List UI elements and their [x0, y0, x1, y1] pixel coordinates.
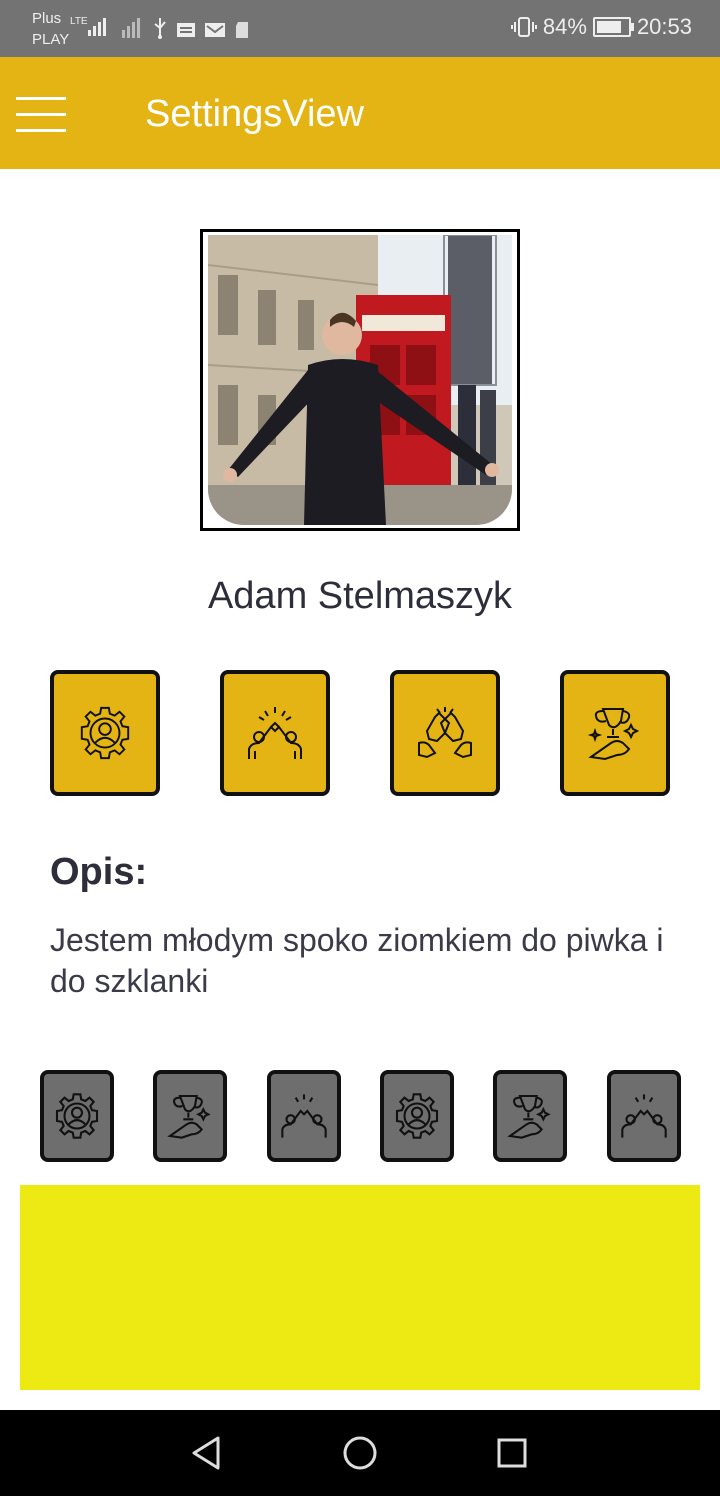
high-five-icon: [248, 707, 302, 759]
badge-gear-person[interactable]: [50, 670, 160, 796]
badge-high-five[interactable]: [220, 670, 330, 796]
hamburger-menu-icon[interactable]: [16, 97, 66, 132]
high-five-icon: [281, 1094, 327, 1138]
trophy-hand-icon: [167, 1094, 211, 1139]
back-triangle-icon: [192, 1436, 220, 1470]
carrier-label: Plus PLAY: [32, 8, 69, 50]
small-badge-2[interactable]: [153, 1070, 227, 1162]
svg-text:LTE: LTE: [70, 16, 88, 27]
page-title: SettingsView: [145, 93, 364, 135]
gear-person-icon: [80, 706, 130, 760]
photo-illustration: [208, 235, 512, 525]
status-bar: Plus PLAY LTE 84% 20:53: [0, 0, 720, 57]
high-five-icon: [621, 1094, 667, 1138]
profile-photo-image: [208, 235, 512, 525]
badge-beer-cheers[interactable]: [390, 670, 500, 796]
navigation-bar: [0, 1410, 720, 1496]
app-bar: SettingsView: [0, 57, 720, 169]
small-badge-1[interactable]: [40, 1070, 114, 1162]
carrier-line-2: PLAY: [32, 31, 70, 48]
small-badge-4[interactable]: [380, 1070, 454, 1162]
description-text: Jestem młodym spoko ziomkiem do piwka i …: [50, 922, 664, 999]
beer-cheers-icon: [418, 707, 472, 759]
yellow-panel: [20, 1185, 700, 1390]
recents-square-icon: [497, 1438, 527, 1468]
signal-icon: LTE: [70, 16, 106, 36]
sd-card-icon: [236, 22, 248, 38]
status-right: 84% 20:53: [510, 14, 692, 40]
battery-percent: 84%: [542, 14, 587, 39]
trophy-hand-icon: [587, 708, 640, 761]
clock: 20:53: [636, 14, 692, 39]
recents-button[interactable]: [487, 1430, 537, 1476]
profile-photo[interactable]: [200, 229, 520, 531]
small-badge-3[interactable]: [267, 1070, 341, 1162]
battery-icon: [592, 17, 634, 37]
small-badge-6[interactable]: [607, 1070, 681, 1162]
usb-icon: [154, 18, 166, 39]
carrier-line-1: Plus: [32, 10, 62, 27]
home-button[interactable]: [335, 1430, 385, 1476]
small-badge-5[interactable]: [493, 1070, 567, 1162]
signal-2-icon: [122, 18, 140, 38]
gear-person-icon: [55, 1093, 99, 1139]
status-icons: LTE: [70, 14, 250, 40]
gear-person-icon: [395, 1093, 439, 1139]
back-button[interactable]: [180, 1430, 230, 1476]
mail-icon: [205, 23, 225, 37]
user-name: Adam Stelmaszyk: [207, 575, 513, 617]
message-icon: [177, 23, 195, 37]
trophy-hand-icon: [507, 1094, 551, 1139]
badge-trophy-hand[interactable]: [560, 670, 670, 796]
home-circle-icon: [343, 1436, 377, 1470]
vibrate-icon: [510, 17, 537, 37]
description-label: Opis:: [50, 851, 148, 893]
